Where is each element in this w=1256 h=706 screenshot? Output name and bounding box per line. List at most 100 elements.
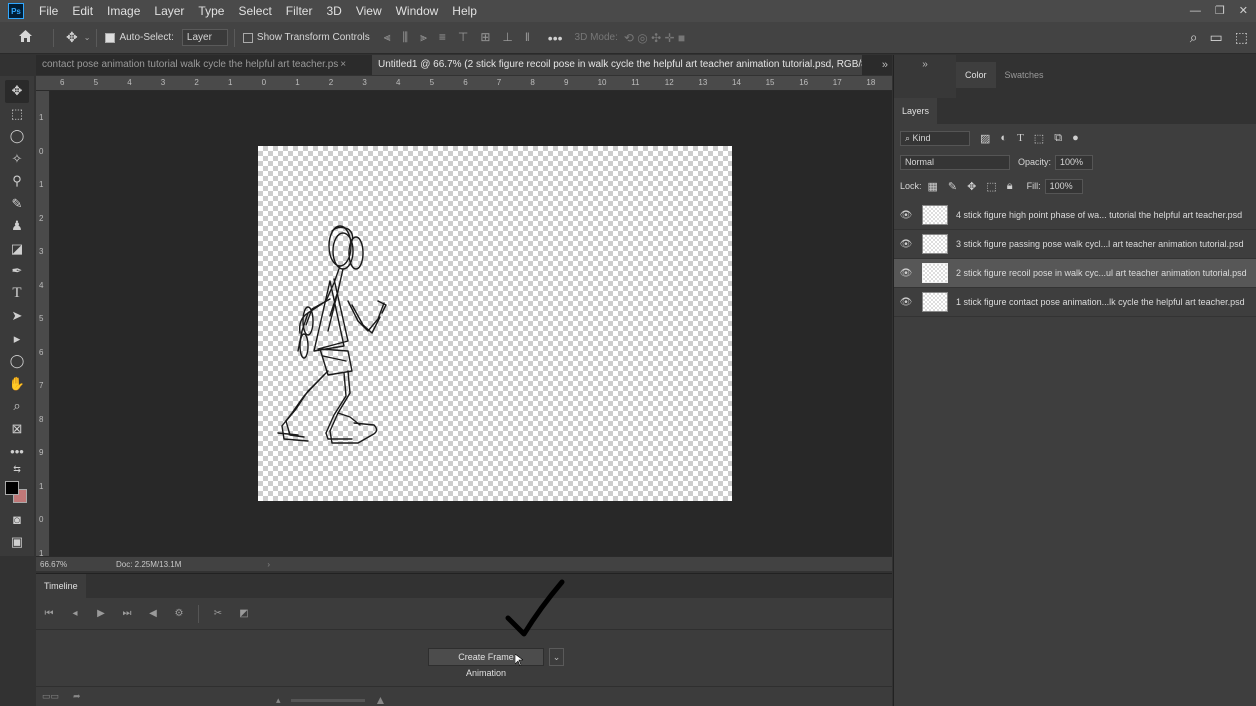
zoom-out-icon[interactable]: ▴ <box>276 695 281 706</box>
home-icon[interactable] <box>18 29 33 46</box>
next-frame-icon[interactable]: ⏭ <box>120 608 134 619</box>
distribute-horizontal-icon[interactable]: ≡ <box>439 30 446 45</box>
marquee-icon[interactable]: ⬚ <box>5 103 29 126</box>
tab-layers[interactable]: Layers <box>894 98 938 124</box>
zoom-in-icon[interactable]: ▲ <box>375 693 387 706</box>
menu-select[interactable]: Select <box>231 0 278 22</box>
create-frame-animation-button[interactable]: Create Frame Animation <box>428 648 544 678</box>
layer-row[interactable]: 👁︎ 1 stick figure contact pose animation… <box>894 288 1256 317</box>
maximize-button[interactable]: ❐ <box>1215 0 1225 22</box>
tab-untitled1[interactable]: Untitled1 @ 66.7% (2 stick figure recoil… <box>372 55 862 75</box>
search-icon[interactable]: ⌕ <box>1190 29 1198 46</box>
ellipse-icon[interactable]: ◯ <box>5 350 29 373</box>
opacity-input[interactable]: 100% <box>1055 154 1094 170</box>
menu-3d[interactable]: 3D <box>319 0 348 22</box>
hand-icon[interactable]: ✋ <box>5 373 29 396</box>
3d-orbit-icon[interactable]: ⟲ ◎ ✣ ✛ ■ <box>624 31 685 45</box>
stamp-icon[interactable]: ♟ <box>5 215 29 238</box>
move-icon[interactable]: ✥ <box>5 80 29 103</box>
document-canvas[interactable] <box>258 146 732 501</box>
align-hcenter-icon[interactable]: ⫼ <box>403 30 409 45</box>
transition-icon[interactable]: ◩ <box>237 608 251 619</box>
audio-icon[interactable]: ◀ <box>146 608 160 619</box>
filter-kind-dropdown[interactable]: ⌕ Kind <box>900 130 970 146</box>
path-select-icon[interactable]: ➤ <box>5 305 29 328</box>
pen-icon[interactable]: ✒ <box>5 260 29 283</box>
align-right-icon[interactable]: ⫸ <box>420 30 427 45</box>
workspace-icon[interactable]: ▭ <box>1210 29 1223 46</box>
foreground-color-swatch[interactable] <box>5 480 19 495</box>
close-icon[interactable]: × <box>340 59 346 70</box>
distribute-vertical-icon[interactable]: ‖ <box>525 30 530 45</box>
tab-color[interactable]: Color <box>956 62 996 88</box>
layer-row-selected[interactable]: 👁︎ 2 stick figure recoil pose in walk cy… <box>894 259 1256 288</box>
expand-panels-icon[interactable]: » <box>894 55 956 75</box>
eraser-icon[interactable]: ◪ <box>5 238 29 261</box>
filter-smart-object-icon[interactable]: ⧉ <box>1054 132 1062 145</box>
fill-input[interactable]: 100% <box>1044 178 1083 194</box>
align-bottom-icon[interactable]: ⊥ <box>502 30 512 45</box>
swap-colors-icon[interactable]: ⇆ <box>5 463 29 477</box>
screen-mode-icon[interactable]: ▣ <box>5 531 29 554</box>
filter-toggle-icon[interactable]: ● <box>1072 132 1079 144</box>
quick-mask-icon[interactable]: ◙ <box>5 509 29 532</box>
minimize-button[interactable]: — <box>1190 0 1201 22</box>
more-tools-icon[interactable]: ••• <box>5 440 29 463</box>
auto-select-target-dropdown[interactable]: Layer <box>181 29 228 46</box>
lock-artboard-icon[interactable]: ⬚ <box>986 180 996 193</box>
brush-icon[interactable]: ✎ <box>5 193 29 216</box>
move-tool-preset-icon[interactable]: ✥ <box>66 29 78 46</box>
menu-file[interactable]: File <box>32 0 65 22</box>
settings-icon[interactable]: ⚙ <box>172 608 186 619</box>
filter-shape-icon[interactable]: ⬚ <box>1034 132 1044 145</box>
magic-wand-icon[interactable]: ✧ <box>5 148 29 171</box>
menu-edit[interactable]: Edit <box>65 0 100 22</box>
menu-filter[interactable]: Filter <box>279 0 320 22</box>
lasso-icon[interactable]: ◯ <box>5 125 29 148</box>
chevron-down-icon[interactable]: ⌄ <box>84 33 91 42</box>
zoom-icon[interactable]: ⌕ <box>5 395 29 418</box>
animation-type-dropdown[interactable]: ⌄ <box>549 648 564 666</box>
split-scissors-icon[interactable]: ✂ <box>211 608 225 619</box>
eye-icon[interactable]: 👁︎ <box>894 239 918 250</box>
filter-adjustment-icon[interactable]: ◐ <box>1000 132 1007 144</box>
align-vcenter-icon[interactable]: ⊞ <box>480 30 490 45</box>
crop-icon[interactable]: ⊠ <box>5 418 29 441</box>
timeline-tab[interactable]: Timeline <box>36 574 86 598</box>
eye-icon[interactable]: 👁︎ <box>894 297 918 308</box>
lock-transparency-icon[interactable]: ▦ <box>928 180 938 193</box>
zoom-level[interactable]: 66.67% <box>36 560 96 569</box>
align-left-icon[interactable]: ⫷ <box>384 30 391 45</box>
auto-select-checkbox[interactable] <box>105 32 116 43</box>
layer-row[interactable]: 👁︎ 4 stick figure high point phase of wa… <box>894 201 1256 230</box>
eye-icon[interactable]: 👁︎ <box>894 210 918 221</box>
render-video-icon[interactable]: ➦ <box>73 691 81 702</box>
filter-pixel-icon[interactable]: ▨ <box>980 132 990 145</box>
lock-pixels-icon[interactable]: ✎ <box>948 180 957 193</box>
menu-type[interactable]: Type <box>191 0 231 22</box>
menu-layer[interactable]: Layer <box>147 0 191 22</box>
convert-to-frames-icon[interactable]: ▭▭ <box>42 691 59 702</box>
align-top-icon[interactable]: ⊤ <box>458 30 468 45</box>
type-icon[interactable]: T <box>5 283 29 306</box>
share-icon[interactable]: ⬚ <box>1235 29 1248 46</box>
menu-help[interactable]: Help <box>445 0 484 22</box>
zoom-slider[interactable] <box>290 698 365 702</box>
filter-type-icon[interactable]: T <box>1017 132 1024 144</box>
layer-row[interactable]: 👁︎ 3 stick figure passing pose walk cycl… <box>894 230 1256 259</box>
canvas-area[interactable] <box>50 91 892 556</box>
tab-swatches[interactable]: Swatches <box>996 62 1053 88</box>
lock-position-icon[interactable]: ✥ <box>967 180 976 193</box>
eye-icon[interactable]: 👁︎ <box>894 268 918 279</box>
tab-contact-pose[interactable]: contact pose animation tutorial walk cyc… <box>36 55 372 75</box>
more-options-icon[interactable]: ••• <box>548 30 563 46</box>
previous-frame-icon[interactable]: ◂ <box>68 608 82 619</box>
menu-image[interactable]: Image <box>100 0 147 22</box>
lock-all-icon[interactable]: 🔒︎ <box>1007 180 1013 193</box>
color-swatches[interactable] <box>5 480 29 505</box>
show-transform-checkbox[interactable] <box>242 32 253 43</box>
blend-mode-dropdown[interactable]: Normal <box>900 154 1010 170</box>
direct-select-icon[interactable]: ▸ <box>5 328 29 351</box>
more-tabs-icon[interactable]: » <box>882 55 888 75</box>
status-menu-icon[interactable]: › <box>267 560 270 569</box>
